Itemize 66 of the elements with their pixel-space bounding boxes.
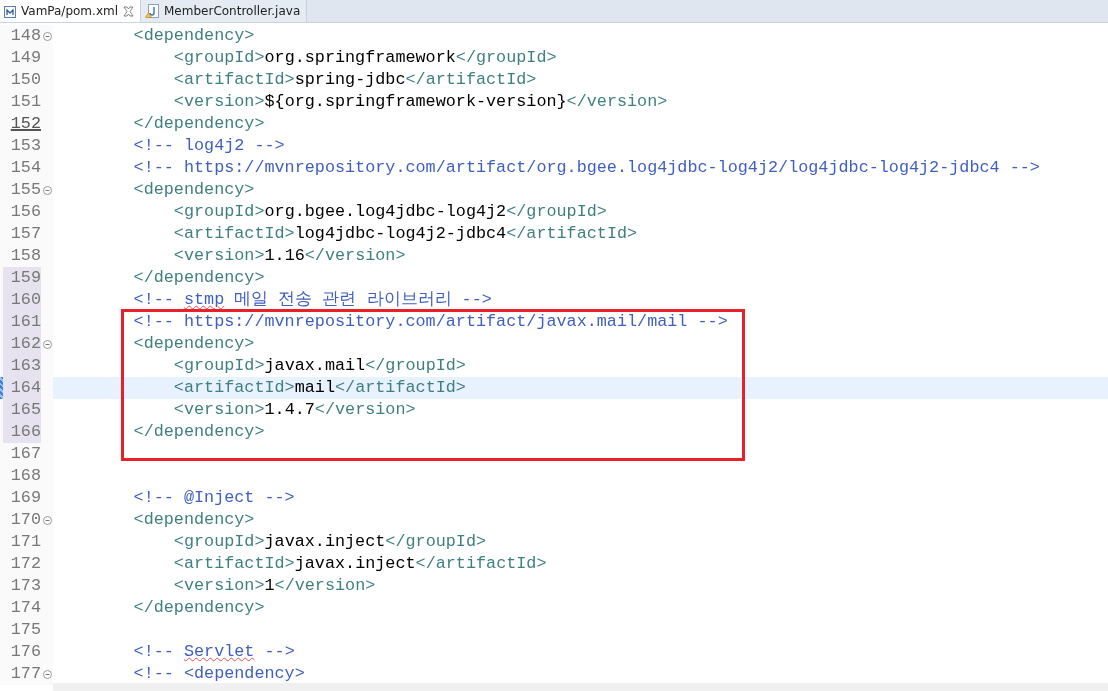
code-line: <version>1.16</version> [172, 245, 407, 267]
close-icon[interactable] [123, 5, 134, 17]
code-line: </dependency> [132, 597, 266, 619]
line-number: 150 [9, 69, 41, 91]
code-line: <!-- @Inject --> [132, 487, 296, 509]
line-number: 158 [9, 245, 41, 267]
line-number: 156 [9, 201, 41, 223]
code-line: </dependency> [132, 267, 266, 289]
line-number: 159 [3, 267, 41, 289]
xml-file-icon [4, 4, 16, 18]
code-line: <artifactId>javax.inject</artifactId> [172, 553, 548, 575]
line-number: 172 [9, 553, 41, 575]
code-line: <groupId>org.springframework</groupId> [172, 47, 558, 69]
line-number: 165 [3, 399, 41, 421]
line-number: 157 [9, 223, 41, 245]
line-number: 173 [9, 575, 41, 597]
line-number: 170 [9, 509, 41, 531]
fold-toggle-icon[interactable] [42, 515, 52, 525]
code-line: <version>1.4.7</version> [172, 399, 417, 421]
line-number: 169 [9, 487, 41, 509]
line-number: 168 [9, 465, 41, 487]
code-line: <!-- <dependency> [132, 663, 306, 685]
line-number: 166 [3, 421, 41, 443]
code-line: <!-- stmp 메일 전송 관련 라이브러리 --> [132, 289, 493, 311]
line-number: 155 [9, 179, 41, 201]
fold-toggle-icon[interactable] [42, 669, 52, 679]
line-number: 176 [9, 641, 41, 663]
code-line: <version>1</version> [172, 575, 377, 597]
line-number: 167 [9, 443, 41, 465]
line-number: 171 [9, 531, 41, 553]
editor-tab[interactable]: MemberController.java [141, 0, 308, 22]
line-number: 175 [9, 619, 41, 641]
code-line: <!-- Servlet --> [132, 641, 296, 663]
code-line: <!-- log4j2 --> [132, 135, 286, 157]
line-number: 161 [3, 311, 41, 333]
line-number: 177 [9, 663, 41, 685]
fold-toggle-icon[interactable] [42, 185, 52, 195]
code-line: </dependency> [132, 421, 266, 443]
editor-tab[interactable]: VamPa/pom.xml [0, 0, 141, 22]
code-line: <dependency> [132, 179, 256, 201]
code-line: <artifactId>log4jdbc-log4j2-jdbc4</artifactId> [172, 223, 639, 245]
line-number: 160 [3, 289, 41, 311]
code-line: <!-- https://mvnrepository.com/artifact/org.bgee.log4jdbc-log4j2/log4jdbc-log4j2-jdbc4 --> [132, 157, 1041, 179]
line-number: 162 [3, 333, 41, 355]
line-number: 149 [9, 47, 41, 69]
java-file-icon [145, 4, 159, 18]
code-line: <groupId>javax.inject</groupId> [172, 531, 488, 553]
fold-toggle-icon[interactable] [42, 339, 52, 349]
line-number: 163 [3, 355, 41, 377]
code-line: <dependency> [132, 25, 256, 47]
line-number: 153 [9, 135, 41, 157]
code-line: </dependency> [132, 113, 266, 135]
fold-toggle-icon[interactable] [42, 31, 52, 41]
line-number: 148 [9, 25, 41, 47]
line-number: 151 [9, 91, 41, 113]
line-number: 174 [9, 597, 41, 619]
code-line: <groupId>javax.mail</groupId> [172, 355, 467, 377]
code-line: <dependency> [132, 509, 256, 531]
code-line: <!-- https://mvnrepository.com/artifact/javax.mail/mail --> [132, 311, 729, 333]
line-number: 152 [9, 113, 41, 135]
code-line: <dependency> [132, 333, 256, 355]
line-number: 164 [3, 377, 41, 399]
code-line: <groupId>org.bgee.log4jdbc-log4j2</groupId> [172, 201, 608, 223]
code-line: <version>${org.springframework-version}</version> [172, 91, 669, 113]
code-line: <artifactId>spring-jdbc</artifactId> [172, 69, 538, 91]
line-number: 154 [9, 157, 41, 179]
